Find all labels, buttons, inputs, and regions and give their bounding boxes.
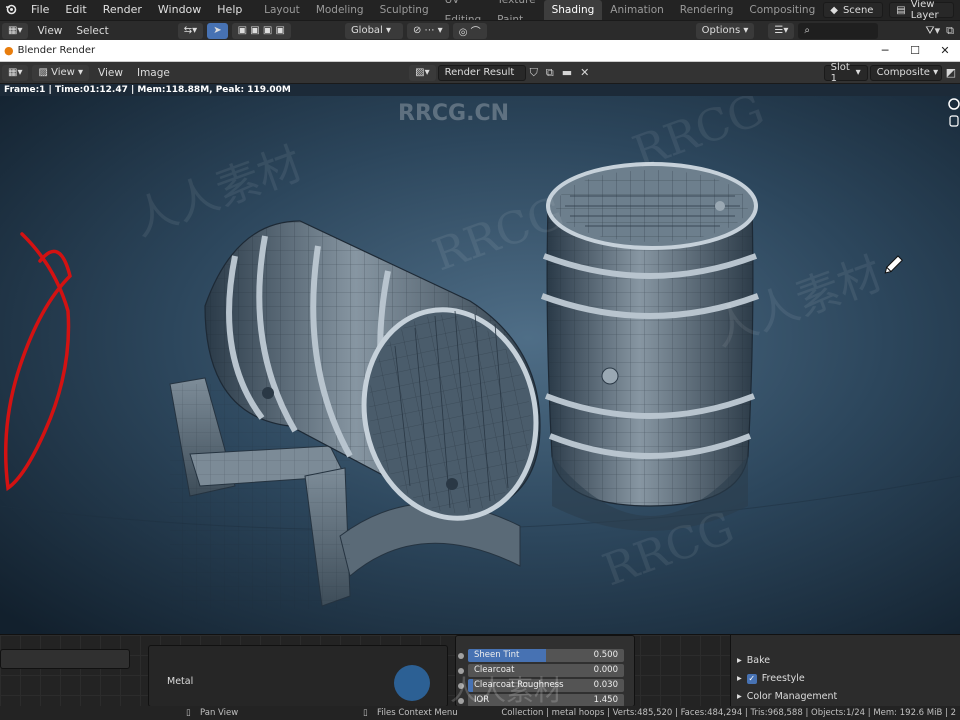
color-management-panel-header[interactable]: ▸ Color Management — [737, 691, 837, 702]
view-mode-dropdown[interactable]: ▨ View ▾ — [32, 64, 90, 81]
clearcoat-value: 0.000 — [593, 665, 618, 675]
tab-shading[interactable]: Shading — [543, 0, 603, 20]
image-editor-type-button[interactable]: ▦▾ — [2, 64, 29, 81]
expand-arrow-icon: ▸ — [737, 691, 742, 702]
render-pass-dropdown[interactable]: Composite ▾ — [869, 64, 942, 81]
color-management-label: Color Management — [746, 691, 838, 702]
slot-label: Slot 1 — [830, 61, 850, 84]
freestyle-panel-header[interactable]: ▸ ✓ Freestyle — [737, 673, 805, 684]
menu-help[interactable]: Help — [209, 0, 250, 20]
view-layer-icon: ▤ — [896, 4, 906, 16]
menu-edit[interactable]: Edit — [57, 0, 94, 20]
status-scene-stats: Collection | metal hoops | Verts:485,520… — [501, 708, 956, 718]
sheen-tint-label: Sheen Tint — [474, 650, 520, 660]
freestyle-checkbox[interactable]: ✓ — [746, 673, 757, 684]
toolbar-view-menu[interactable]: View — [30, 21, 69, 41]
expand-arrow-icon: ▸ — [737, 655, 742, 666]
toolbar-select-menu[interactable]: Select — [69, 21, 115, 41]
image-browse-button[interactable]: ▨▾ — [409, 64, 436, 81]
orientation-dropdown[interactable]: Global ▾ — [344, 22, 403, 39]
node-label-metal: Metal — [167, 676, 194, 687]
freestyle-label: Freestyle — [761, 673, 805, 684]
mouse-middle-icon: ▯ — [186, 708, 191, 718]
watermark-top: RRCG.CN — [398, 101, 509, 126]
fake-user-icon[interactable]: ⛉ — [530, 66, 538, 80]
tab-compositing[interactable]: Compositing — [741, 0, 823, 20]
image-name: Render Result — [444, 67, 515, 78]
status-pan-view: Pan View — [200, 708, 239, 718]
image-name-field[interactable]: Render Result — [437, 64, 526, 81]
bake-panel-header[interactable]: ▸ Bake — [737, 655, 770, 666]
tab-modeling[interactable]: Modeling — [308, 0, 372, 20]
bottom-panel: Metal Sheen Tint 0.500 Clearcoat 0.000 C… — [0, 634, 960, 707]
options-dropdown[interactable]: Options ▾ — [695, 22, 755, 39]
header-view-menu[interactable]: View — [91, 62, 130, 84]
snap-button[interactable]: ⊘ ⋯ ▾ — [406, 22, 449, 39]
scene-selector[interactable]: ◆ Scene — [823, 2, 884, 18]
scene-name: Scene — [842, 4, 874, 16]
minimize-icon[interactable]: ─ — [870, 44, 900, 57]
tab-rendering[interactable]: Rendering — [672, 0, 742, 20]
top-menubar: File Edit Render Window Help Layout Mode… — [0, 0, 960, 26]
status-bar: ▯ Pan View ▯ Files Context Menu Collecti… — [0, 706, 960, 720]
socket-sheen-tint[interactable] — [458, 653, 464, 659]
expand-arrow-icon: ▸ — [737, 673, 742, 684]
bake-label: Bake — [746, 655, 771, 666]
tab-animation[interactable]: Animation — [602, 0, 672, 20]
header-image-menu[interactable]: Image — [130, 62, 177, 84]
render-pass-label: Composite — [876, 67, 930, 78]
open-image-icon[interactable]: ▬ — [562, 66, 572, 79]
scene-icon: ◆ — [830, 4, 838, 16]
render-result-image[interactable]: RRCG.CN RRCG RRCG RRCG 人人素材 人人素材 — [0, 96, 960, 634]
tab-layout[interactable]: Layout — [256, 0, 308, 20]
outliner-search-field[interactable]: ⌕ — [798, 22, 879, 39]
transform-pivot-button[interactable]: ⇆▾ — [177, 22, 204, 39]
sheen-tint-value: 0.500 — [593, 650, 618, 660]
image-editor-header: ▦▾ ▨ View ▾ View Image ▨▾ Render Result … — [0, 62, 960, 84]
sidebar-toggle-icon[interactable]: ◩ — [946, 66, 956, 79]
new-collection-icon[interactable]: ⧉ — [946, 24, 954, 38]
filter-icon[interactable]: ⛛▾ — [925, 24, 940, 38]
maximize-icon[interactable]: ☐ — [900, 44, 930, 57]
window-title: Blender Render — [17, 45, 96, 56]
menu-render[interactable]: Render — [95, 0, 150, 20]
unlink-image-icon[interactable]: ✕ — [580, 66, 589, 79]
tab-sculpting[interactable]: Sculpting — [372, 0, 437, 20]
menu-file[interactable]: File — [23, 0, 57, 20]
proportional-edit-button[interactable]: ◎ ⌒ — [452, 22, 487, 39]
blender-logo-icon[interactable] — [5, 3, 17, 18]
editor-type-button[interactable]: ▦▾ — [2, 22, 29, 39]
shader-node-editor[interactable]: Metal Sheen Tint 0.500 Clearcoat 0.000 C… — [0, 635, 730, 707]
select-tool-button[interactable]: ➤ — [207, 22, 228, 39]
new-image-icon[interactable]: ⧉ — [546, 66, 554, 80]
options-label: Options — [701, 25, 741, 36]
orientation-label: Global — [350, 25, 383, 36]
blender-window-icon: ● — [4, 44, 14, 57]
view-layer-selector[interactable]: ▤ View Layer — [889, 0, 954, 21]
render-window-titlebar: ● Blender Render ─ ☐ ✕ — [0, 40, 960, 62]
image-icon: ▨ — [38, 67, 48, 78]
sheen-tint-field[interactable]: Sheen Tint 0.500 — [468, 649, 624, 662]
view-layer-name: View Layer — [910, 0, 939, 21]
render-info-text: Frame:1 | Time:01:12.47 | Mem:118.88M, P… — [0, 84, 960, 96]
view-mode-label: View — [51, 67, 75, 78]
close-icon[interactable]: ✕ — [930, 44, 960, 57]
outliner-filter-button[interactable]: ☰▾ — [768, 22, 795, 39]
clearcoat-roughness-value: 0.030 — [593, 680, 618, 690]
watermark-logo — [394, 665, 430, 701]
node-material-output[interactable] — [0, 649, 130, 669]
slot-dropdown[interactable]: Slot 1 ▾ — [823, 61, 868, 84]
editor-toolbar: ▦▾ View Select ⇆▾ ➤ ▣ ▣ ▣ ▣ Global ▾ ⊘ ⋯… — [0, 20, 960, 40]
select-mode-button[interactable]: ▣ ▣ ▣ ▣ — [231, 22, 291, 39]
menu-window[interactable]: Window — [150, 0, 209, 20]
render-properties-panel: ▸ Bake ▸ ✓ Freestyle ▸ Color Management — [730, 635, 960, 707]
watermark-bottom-text: 人人素材 — [450, 674, 563, 707]
status-context-menu: Files Context Menu — [377, 708, 458, 718]
mouse-right-icon: ▯ — [363, 708, 368, 718]
